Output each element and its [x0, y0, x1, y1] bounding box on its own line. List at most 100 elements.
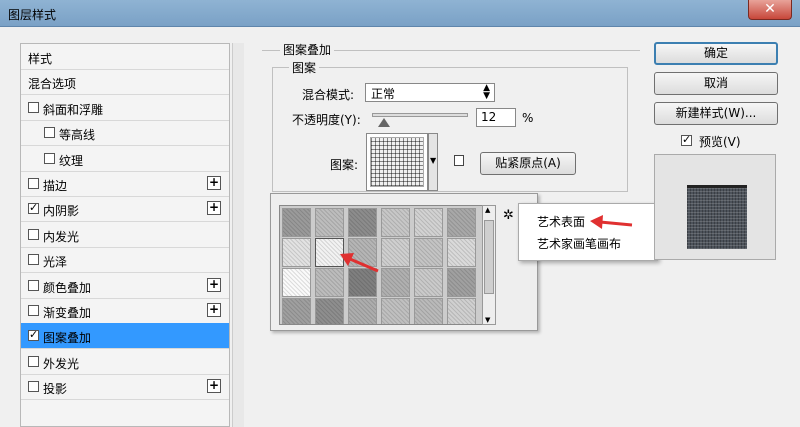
new-style-button[interactable]: 新建样式(W)... [654, 102, 778, 125]
pattern-tile[interactable] [414, 208, 443, 237]
pattern-tile[interactable] [282, 268, 311, 297]
sidebar-item-label: 混合选项 [28, 77, 77, 92]
pattern-tile[interactable] [447, 268, 476, 297]
sidebar-item-label: 斜面和浮雕 [43, 102, 104, 117]
pattern-tile[interactable] [315, 238, 344, 267]
add-effect-icon[interactable]: + [207, 379, 221, 394]
pattern-tile[interactable] [348, 268, 377, 297]
sidebar-item-inner-glow[interactable]: 内发光 [21, 222, 229, 248]
cancel-button[interactable]: 取消 [654, 72, 778, 95]
sidebar-item-contour[interactable]: 等高线 [21, 120, 229, 147]
pattern-tile[interactable] [282, 238, 311, 267]
new-style-label: 新建样式(W)... [675, 106, 757, 120]
select-arrows-icon: ▲ ▼ [483, 83, 490, 101]
add-effect-icon[interactable]: + [207, 201, 221, 216]
pattern-tile[interactable] [414, 238, 443, 267]
opacity-unit: % [522, 111, 534, 125]
sidebar-checkbox[interactable] [28, 305, 39, 316]
pattern-tile[interactable] [315, 268, 344, 297]
menu-item-artist-brushes-canvas[interactable]: 艺术家画笔画布 [537, 235, 621, 252]
sidebar-item-inner-shadow[interactable]: 内阴影 + [21, 196, 229, 223]
pattern-tile[interactable] [381, 298, 410, 324]
add-effect-icon[interactable]: + [207, 176, 221, 190]
pattern-tile[interactable] [315, 298, 344, 324]
gear-icon[interactable]: ✲ [503, 208, 514, 223]
add-effect-icon[interactable]: + [207, 303, 221, 317]
sidebar-checkbox[interactable] [28, 328, 39, 342]
opacity-label: 不透明度(Y): [292, 113, 361, 127]
pattern-tile[interactable] [447, 208, 476, 237]
pattern-tile[interactable] [282, 298, 311, 324]
new-preset-icon[interactable] [454, 155, 464, 166]
sidebar-item-label: 纹理 [59, 153, 84, 168]
sidebar-checkbox[interactable] [28, 178, 39, 189]
sidebar-item-bevel-emboss[interactable]: 斜面和浮雕 [21, 95, 229, 121]
snap-to-origin-button[interactable]: 贴紧原点(A) [480, 152, 576, 175]
close-button[interactable]: ✕ [748, 0, 792, 20]
sidebar-item-gradient-overlay[interactable]: 渐变叠加 + [21, 298, 229, 324]
sidebar-item-drop-shadow[interactable]: 投影 + [21, 374, 229, 401]
sidebar-item-texture[interactable]: 纹理 [21, 146, 229, 172]
pattern-tile[interactable] [381, 268, 410, 297]
pattern-tile[interactable] [381, 208, 410, 237]
sidebar-item-label: 光泽 [43, 255, 68, 270]
sidebar-item-label: 图案叠加 [43, 331, 92, 346]
sidebar-checkbox[interactable] [28, 355, 39, 367]
section-title: 图案叠加 [280, 41, 335, 58]
sidebar-item-pattern-overlay[interactable]: 图案叠加 [21, 323, 229, 350]
sidebar-item-label: 描边 [43, 179, 68, 193]
sidebar-checkbox[interactable] [44, 127, 55, 139]
blend-mode-label: 混合模式: [302, 88, 355, 102]
opacity-value: 12 [481, 110, 497, 124]
opacity-slider[interactable] [372, 113, 468, 117]
add-effect-icon[interactable]: + [207, 277, 221, 292]
menu-item-artist-surfaces[interactable]: 艺术表面 [537, 213, 585, 230]
pattern-swatch-preview [370, 137, 424, 187]
pattern-tile[interactable] [447, 298, 476, 324]
snap-to-origin-label: 贴紧原点(A) [495, 156, 561, 170]
pattern-picker-popup: ▲ ▼ ✲ [270, 193, 538, 331]
style-list: 样式混合选项斜面和浮雕等高线纹理描边 + 内阴影 + 内发光光泽颜色叠加 + 渐变叠加 + 图案… [20, 43, 230, 427]
sidebar-item-label: 颜色叠加 [43, 280, 92, 295]
ok-label: 确定 [703, 46, 728, 60]
sidebar-item-styles[interactable]: 样式 [21, 44, 229, 70]
pattern-tile[interactable] [348, 238, 377, 267]
pattern-tile[interactable] [315, 208, 344, 237]
pattern-tile[interactable] [348, 208, 377, 237]
sidebar-item-outer-glow[interactable]: 外发光 [21, 349, 229, 375]
preview-checkbox-row[interactable]: 预览(V) [681, 133, 771, 149]
ok-button[interactable]: 确定 [654, 42, 778, 65]
sidebar-checkbox[interactable] [28, 201, 39, 215]
scroll-up-icon: ▲ [485, 206, 491, 214]
pattern-grid-scroll-thumb[interactable] [484, 220, 494, 294]
pattern-library-menu: 艺术表面 艺术家画笔画布 [518, 203, 658, 261]
blend-mode-select[interactable]: 正常 ▲ ▼ [365, 83, 495, 102]
sidebar-item-label: 样式 [28, 52, 53, 66]
sidebar-item-stroke[interactable]: 描边 + [21, 171, 229, 197]
sidebar-checkbox[interactable] [44, 152, 55, 164]
style-list-scrollbar[interactable] [232, 43, 244, 427]
preview-checkbox[interactable] [681, 133, 692, 146]
sidebar-item-satin[interactable]: 光泽 [21, 247, 229, 274]
pattern-grid-scrollbar[interactable]: ▲ ▼ [482, 205, 496, 325]
sidebar-item-color-overlay[interactable]: 颜色叠加 + [21, 273, 229, 299]
blend-mode-value: 正常 [371, 87, 396, 101]
pattern-tile[interactable] [414, 298, 443, 324]
sidebar-checkbox[interactable] [28, 381, 39, 393]
sidebar-checkbox[interactable] [28, 101, 39, 113]
pattern-tile[interactable] [447, 238, 476, 267]
opacity-input[interactable]: 12 [476, 108, 516, 127]
sidebar-checkbox[interactable] [28, 228, 39, 240]
sidebar-checkbox[interactable] [28, 279, 39, 291]
style-preview-swatch [687, 185, 747, 249]
pattern-grid [279, 205, 483, 325]
pattern-dropdown-button[interactable]: ▼ [428, 133, 438, 191]
opacity-slider-thumb[interactable] [377, 118, 390, 127]
pattern-tile[interactable] [381, 238, 410, 267]
pattern-tile[interactable] [348, 298, 377, 324]
pattern-tile[interactable] [282, 208, 311, 237]
pattern-swatch[interactable] [366, 133, 428, 191]
sidebar-checkbox[interactable] [28, 254, 39, 266]
pattern-tile[interactable] [414, 268, 443, 297]
sidebar-item-blending-options[interactable]: 混合选项 [21, 69, 229, 96]
